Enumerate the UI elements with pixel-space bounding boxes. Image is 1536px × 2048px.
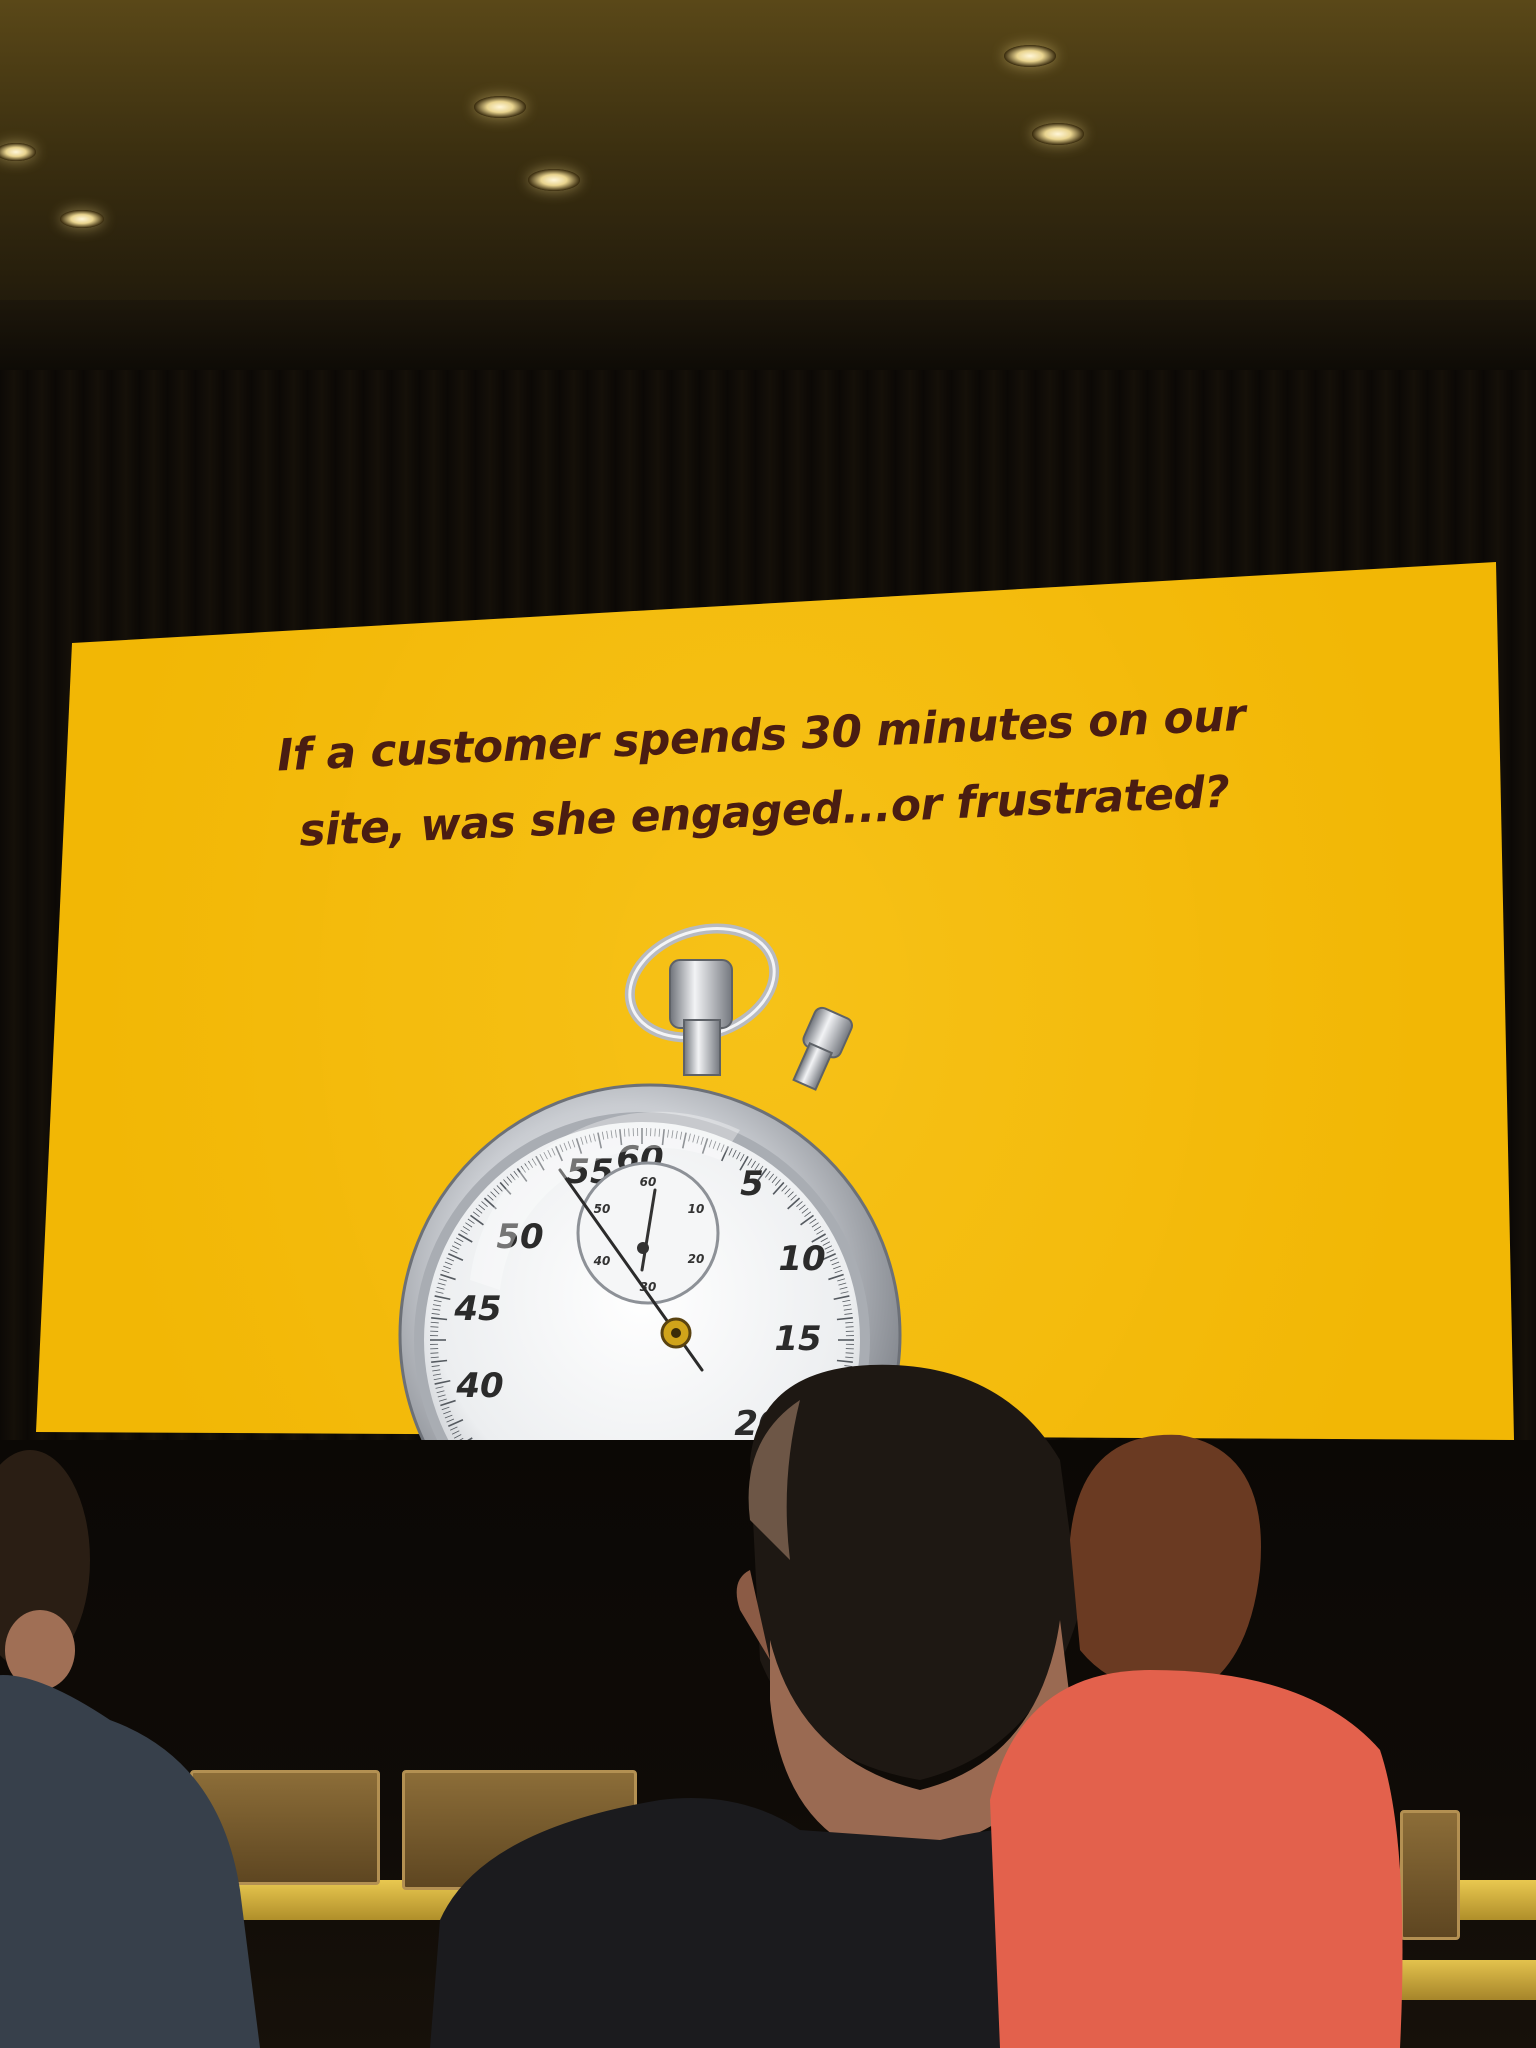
stopwatch-crown [669,959,733,1029]
audience-member-left [0,1450,260,2048]
subdial-number-20: 20 [688,1252,705,1266]
ceiling-light [528,169,580,191]
dial-number-5: 5 [740,1164,764,1204]
ceiling-light [1032,123,1084,145]
dial-tick [430,1352,439,1354]
ceiling-light [60,210,104,228]
dial-number-10: 10 [778,1239,825,1279]
stopwatch-illustration: 60 5 10 15 20 40 45 50 55 60 10 20 30 40… [398,923,902,1440]
dial-number-15: 15 [774,1319,821,1359]
ceiling-light [1004,45,1056,67]
conference-room-scene: If a customer spends 30 minutes on our si… [0,0,1536,2048]
dial-number-45: 45 [453,1289,501,1329]
subdial-number-60: 60 [640,1175,657,1189]
subdial-number-40: 40 [593,1254,611,1268]
ceiling-light [474,96,526,118]
dial-tick [845,1326,854,1328]
ceiling-edge [0,300,1536,370]
dial-tick [430,1326,439,1328]
audience-member-right [990,1434,1403,2048]
subdial-number-10: 10 [688,1202,705,1216]
subdial-number-50: 50 [594,1202,611,1216]
dial-tick [845,1352,854,1354]
ceiling [0,0,1536,340]
